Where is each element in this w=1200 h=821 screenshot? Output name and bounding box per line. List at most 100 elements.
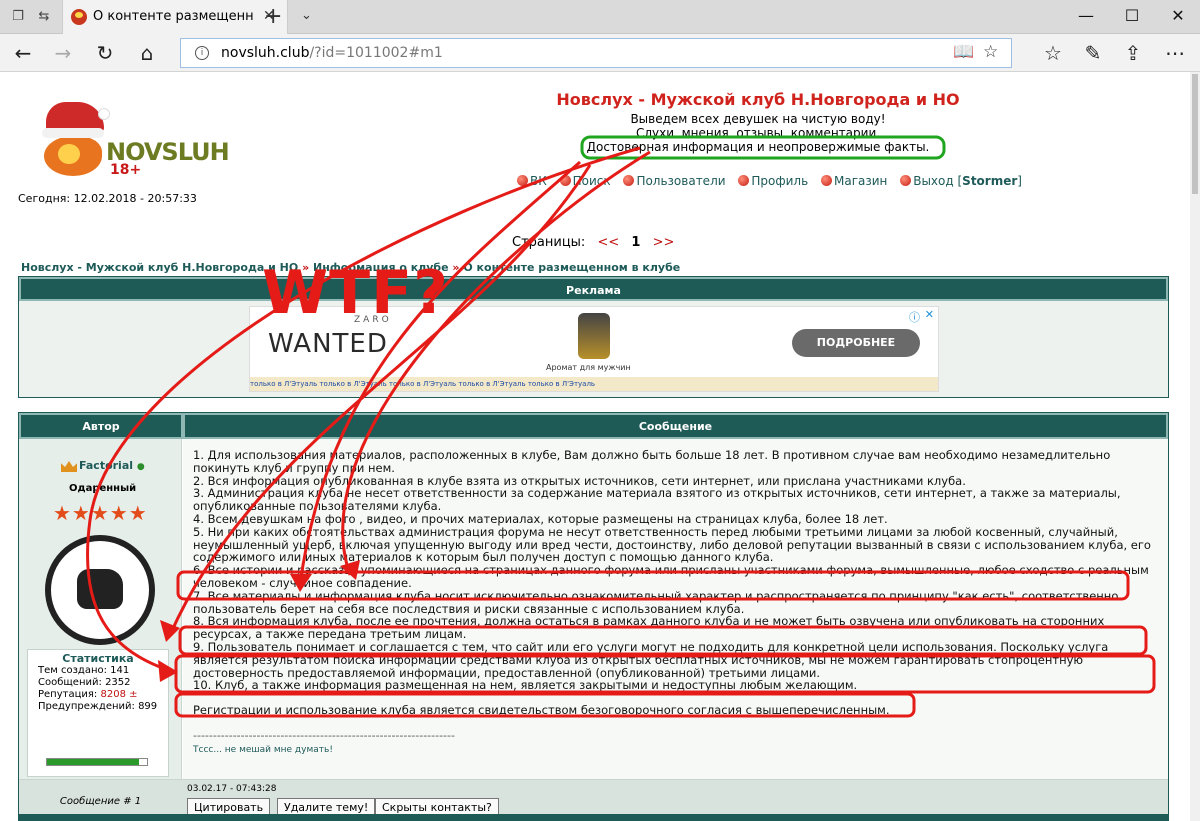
menu-item-profile[interactable]: Профиль [738, 174, 808, 188]
stat-label: Репутация: [38, 689, 98, 700]
page-scrollbar[interactable] [1190, 72, 1200, 821]
site-tagline-1: Выведем всех девушек на чистую воду! [630, 112, 886, 126]
menu-label: Профиль [751, 174, 809, 188]
url-text[interactable]: novsluh.club/?id=1011002#m1 [221, 45, 443, 61]
signature: ----------------------------------------… [193, 725, 455, 755]
author-name-text: Factorial [79, 459, 134, 472]
close-window-icon[interactable]: ✕ [1168, 6, 1188, 25]
activity-bar [46, 758, 148, 766]
stat-value: 2352 [105, 677, 131, 688]
breadcrumb-topic[interactable]: О контенте размещенном в клубе [463, 261, 680, 274]
menu-item-vk[interactable]: ВК [517, 174, 547, 188]
site-info-icon[interactable]: i [195, 46, 209, 60]
rule-3: 3. Администрация клуба не несет ответств… [193, 486, 1121, 514]
menu-item-search[interactable]: Поиск [559, 174, 611, 188]
page-prev[interactable]: << [597, 235, 619, 250]
author-name[interactable]: Factorial ● [79, 459, 145, 472]
tab-title: О контенте размещенн [93, 9, 253, 24]
tab-preview-chevron-icon[interactable]: ⌄ [301, 8, 312, 23]
ad-more-button[interactable]: ПОДРОБНЕЕ [792, 329, 920, 357]
maximize-icon[interactable]: ☐ [1122, 6, 1142, 25]
breadcrumb-sep: » [452, 261, 460, 274]
more-menu-icon[interactable]: ⋯ [1162, 40, 1188, 66]
menu-item-shop[interactable]: Магазин [821, 174, 887, 188]
pages-label: Страницы: [512, 235, 586, 250]
set-aside-tabs-icon[interactable]: ⇆ [36, 9, 52, 25]
address-bar[interactable]: i novsluh.club/?id=1011002#m1 📖 ☆ [180, 38, 1012, 68]
hat-pompom [98, 108, 110, 120]
stat-label: Тем создано: [38, 665, 107, 676]
post-number[interactable]: Сообщение # 1 [19, 796, 182, 807]
annotation-wtf: WTF? [262, 258, 449, 328]
site-tagline-3: Достоверная информация и неопровержимые … [586, 140, 930, 154]
site-title[interactable]: Новслух - Мужской клуб Н.Новгорода и НО [458, 90, 1058, 109]
home-icon[interactable]: ⌂ [134, 40, 160, 66]
menu-label: Поиск [572, 174, 611, 188]
menu-label: Выход [913, 174, 954, 188]
menu-bullet-icon [821, 175, 832, 186]
menu-bullet-icon [559, 175, 571, 186]
ad-info-icon[interactable]: ⓘ [909, 309, 920, 325]
menu-bullet-icon [900, 175, 912, 186]
author-rank: Одаренный [69, 483, 137, 494]
reading-view-icon[interactable]: 📖 [953, 42, 974, 62]
site-tagline-2: Слухи, мнения, отзывы, комментарии. [635, 126, 881, 140]
tab-active[interactable]: О контенте размещенн ✕ [62, 0, 288, 34]
favorites-hub-icon[interactable]: ☆ [1040, 40, 1066, 66]
rooster-logo-icon [44, 136, 102, 176]
post-header: Автор Сообщение [19, 413, 1168, 439]
avatar[interactable] [45, 535, 155, 645]
rule-6: 6. Все истории и рассказы, упоминающиеся… [193, 563, 1149, 590]
menu-bullet-icon [738, 175, 750, 186]
ad-strip: только в Л'Этуаль только в Л'Этуаль толь… [250, 377, 938, 391]
stat-value: 8208 ± [100, 689, 138, 700]
site-favicon-icon [71, 9, 87, 25]
stats-title: Статистика [62, 652, 134, 665]
site-logo[interactable]: NOVSLUH 18+ [38, 102, 230, 182]
rule-4: 4. Всем девушкам на фото , видео, и проч… [193, 511, 888, 526]
url-path: /?id=1011002#m1 [309, 45, 443, 61]
stat-reputation: Репутация: 8208 ± [28, 689, 168, 701]
stat-value: 899 [138, 701, 158, 712]
forward-icon[interactable]: → [50, 40, 76, 66]
browser-tab-strip: ❐ ⇆ О контенте размещенн ✕ + ⌄ — ☐ ✕ [0, 0, 1200, 34]
current-datetime: Сегодня: 12.02.2018 - 20:57:33 [18, 192, 197, 205]
refresh-icon[interactable]: ↻ [92, 40, 118, 66]
favorite-star-icon[interactable]: ☆ [983, 42, 998, 62]
stat-topics: Тем создано: 141 [28, 665, 168, 677]
menu-item-users[interactable]: Пользователи [623, 174, 726, 188]
rule-8: 8. Вся информация клуба, после ее прочте… [193, 614, 1105, 642]
menu-item-logout[interactable]: Выход [Stormer] [900, 174, 1022, 188]
web-note-icon[interactable]: ✎ [1080, 40, 1106, 66]
menu-label: Пользователи [636, 174, 726, 188]
menu-bullet-icon [517, 175, 528, 186]
rule-9: 9. Пользователь понимает и соглашается с… [193, 639, 1109, 680]
rule-10: 10. Клуб, а также информация размещенная… [193, 678, 858, 693]
new-tab-icon[interactable]: + [264, 4, 282, 29]
ad-brand: WANTED [268, 329, 388, 359]
stat-messages: Сообщений: 2352 [28, 677, 168, 689]
menu-label: ВК [530, 174, 547, 188]
menu-label: Магазин [834, 174, 888, 188]
col-message: Сообщение [183, 413, 1168, 439]
back-icon[interactable]: ← [10, 40, 36, 66]
rule-7: 7. Все материалы и информация клуба носи… [193, 588, 1119, 616]
url-host: novsluh.club [221, 45, 310, 61]
menu-bullet-icon [623, 175, 635, 186]
closing-text: Регистрации и использование клуба являет… [193, 703, 890, 718]
stat-value: 141 [110, 665, 130, 676]
ad-close-icon[interactable]: ✕ [925, 308, 934, 321]
author-stats: Статистика Тем создано: 141 Сообщений: 2… [27, 649, 169, 777]
post-date: 03.02.17 - 07:43:28 [187, 784, 277, 794]
breadcrumb-home[interactable]: Новслух - Мужской клуб Н.Новгорода и НО [21, 261, 298, 274]
perfume-bottle-icon [578, 313, 610, 359]
minimize-icon[interactable]: — [1076, 6, 1096, 25]
tab-actions-icon[interactable]: ❐ [10, 9, 26, 25]
stat-warnings: Предупреждений: 899 [28, 701, 168, 713]
page-next[interactable]: >> [653, 235, 675, 250]
current-user[interactable]: Stormer [962, 174, 1017, 188]
ad-product: Аромат для мужчин [546, 363, 631, 372]
signature-text: Тссс... не мешай мне думать! [193, 745, 333, 755]
author-panel: Factorial ● Одаренный ★★★★★ Статистика Т… [19, 439, 182, 779]
share-icon[interactable]: ⇪ [1120, 40, 1146, 66]
